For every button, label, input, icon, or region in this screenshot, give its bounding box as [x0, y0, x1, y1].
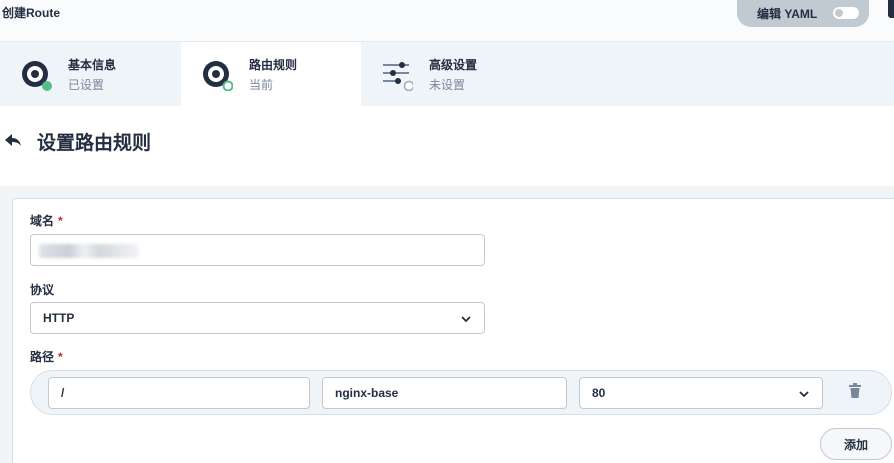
protocol-value: HTTP — [43, 311, 75, 325]
port-value: 80 — [592, 386, 606, 400]
protocol-select[interactable]: HTTP — [30, 302, 485, 334]
path-value: / — [61, 386, 65, 400]
close-modal-handle[interactable] — [888, 0, 894, 18]
chevron-down-icon — [799, 391, 809, 398]
domain-label: 域名 * — [30, 212, 63, 229]
step-advanced-settings[interactable]: 高级设置 未设置 — [361, 42, 541, 106]
required-mark: * — [58, 350, 63, 364]
protocol-label-text: 协议 — [30, 283, 55, 297]
step-title: 高级设置 — [429, 58, 478, 72]
step-tabs: 基本信息 已设置 路由规则 当前 高级设置 未设置 — [0, 42, 894, 106]
protocol-label: 协议 — [30, 281, 54, 298]
disk-icon — [22, 61, 52, 91]
add-button-label: 添加 — [843, 437, 868, 452]
step-route-rules[interactable]: 路由规则 当前 — [181, 42, 361, 106]
edit-yaml-toggle-button[interactable]: 编辑 YAML — [737, 0, 869, 27]
path-label: 路径 * — [30, 348, 63, 365]
step-status: 未设置 — [429, 78, 466, 92]
section-title: 设置路由规则 — [37, 133, 152, 154]
page-header: 创建Route 编辑 YAML — [0, 0, 894, 42]
redacted-domain-value — [39, 244, 139, 258]
domain-input[interactable] — [30, 234, 485, 266]
required-mark: * — [58, 214, 63, 228]
domain-label-text: 域名 — [30, 214, 55, 228]
step-basic-info[interactable]: 基本信息 已设置 — [0, 42, 181, 106]
path-input[interactable]: / — [48, 377, 310, 409]
toggle-switch-icon — [833, 7, 859, 19]
step-status: 已设置 — [68, 78, 105, 92]
step-title: 基本信息 — [68, 58, 117, 72]
section-header: 设置路由规则 — [0, 118, 894, 162]
sliders-icon — [383, 62, 413, 91]
port-select[interactable]: 80 — [579, 377, 823, 409]
page-title: 创建Route — [2, 6, 60, 20]
service-value: nginx-base — [335, 386, 399, 400]
edit-yaml-label: 编辑 YAML — [757, 7, 818, 21]
service-input[interactable]: nginx-base — [322, 377, 567, 409]
trash-icon[interactable] — [848, 383, 862, 399]
step-status: 当前 — [249, 78, 274, 92]
disk-icon — [203, 61, 233, 91]
path-label-text: 路径 — [30, 350, 55, 364]
chevron-down-icon — [461, 316, 471, 323]
add-path-button[interactable]: 添加 — [820, 428, 892, 460]
step-title: 路由规则 — [249, 58, 298, 72]
back-arrow-icon[interactable] — [4, 132, 22, 148]
